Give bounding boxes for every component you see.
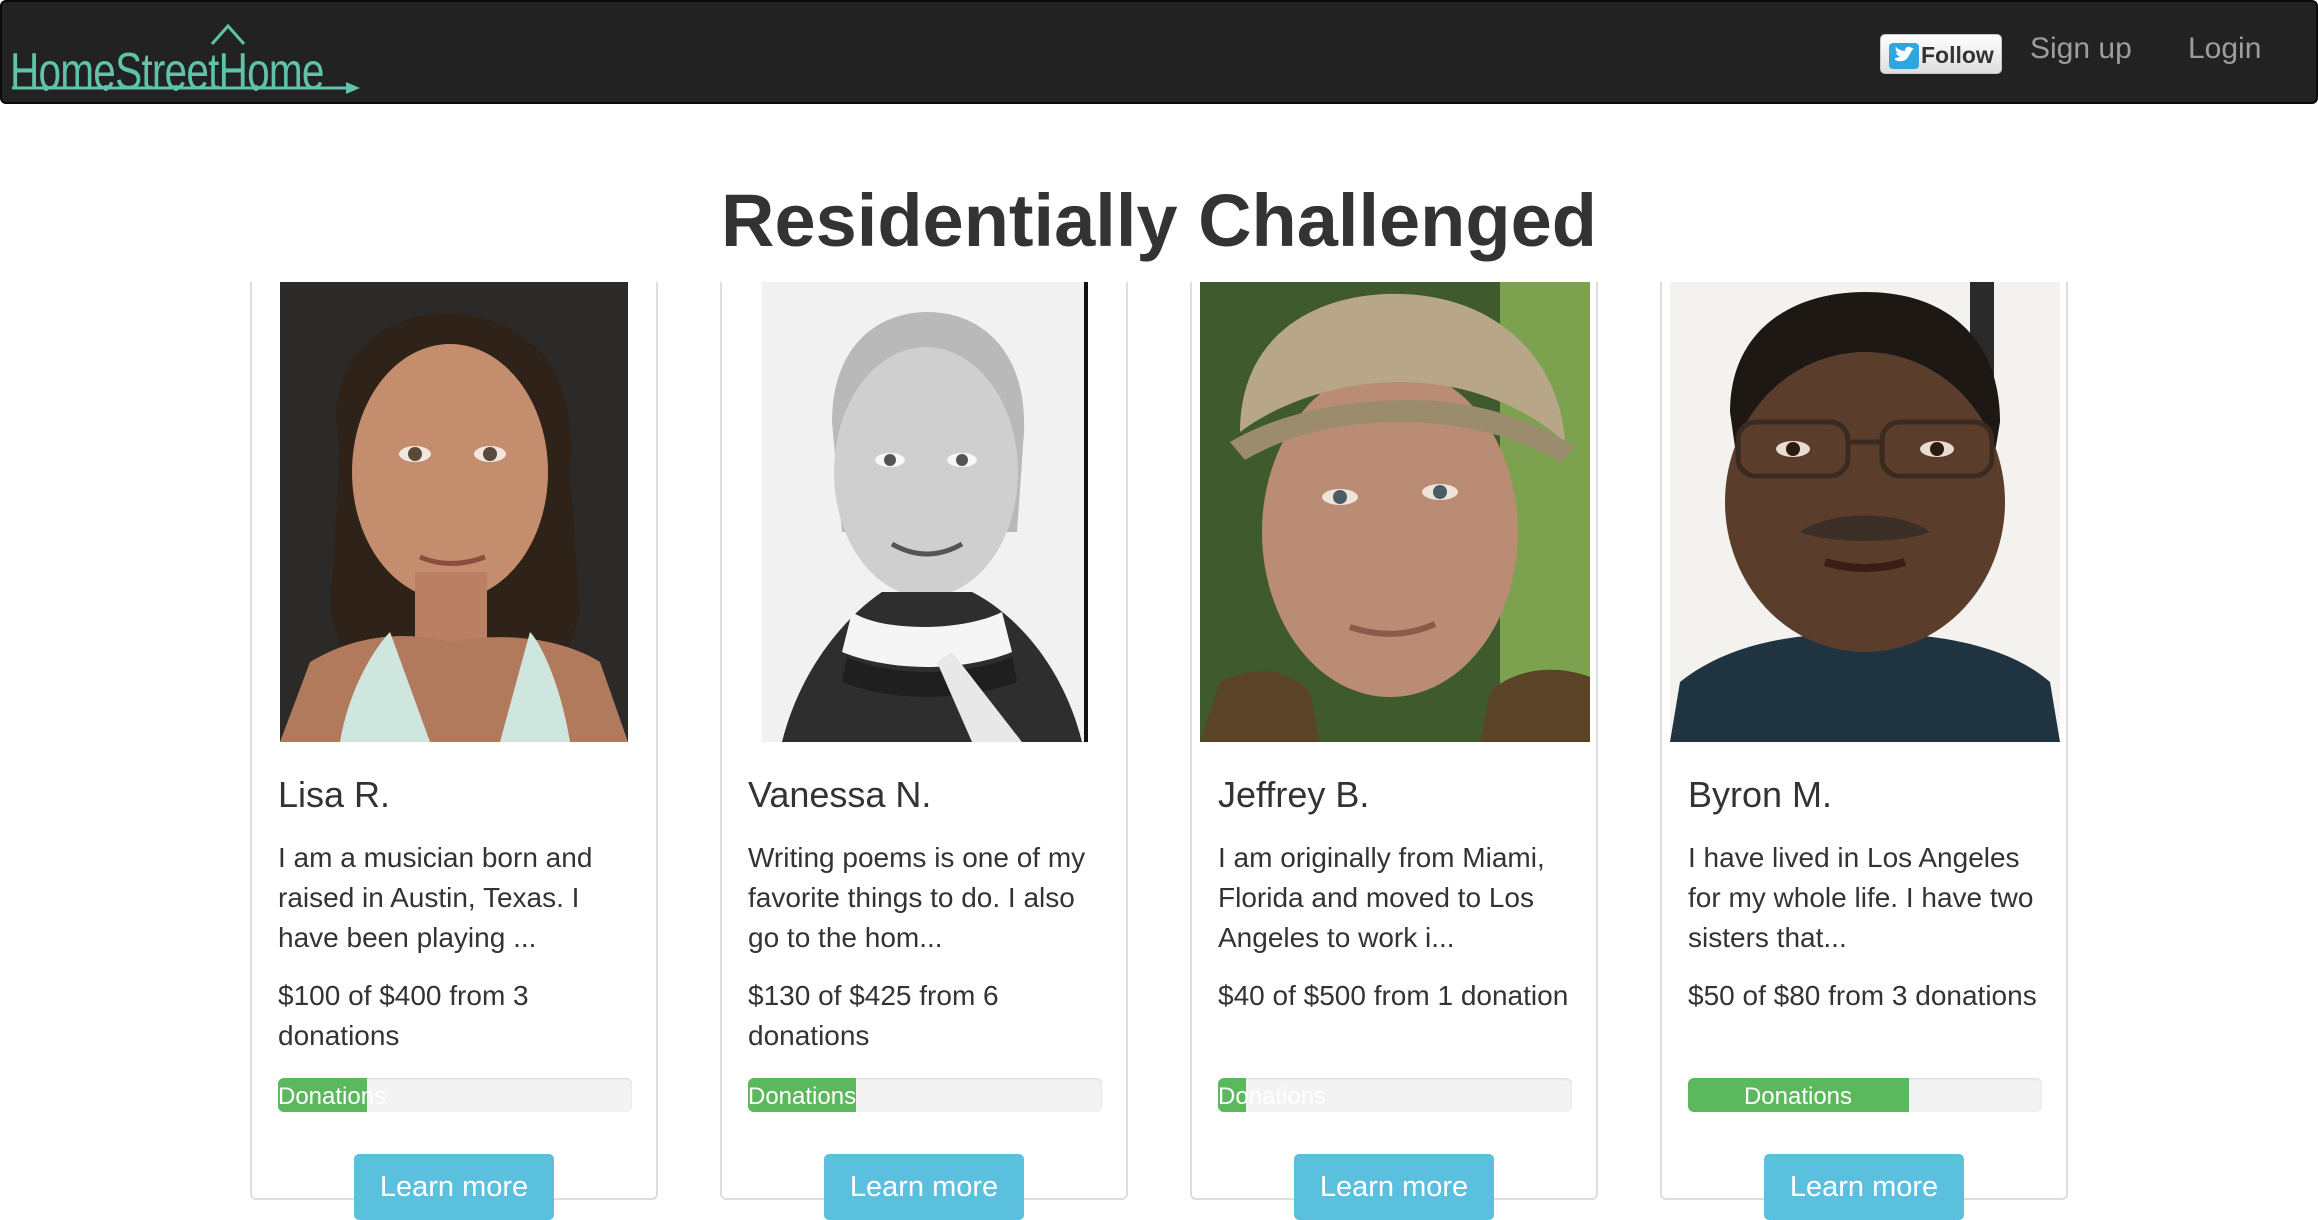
profile-card: Byron M. I have lived in Los Angeles for… (1660, 282, 2068, 1220)
follow-label: Follow (1921, 42, 1994, 68)
profile-card: Lisa R. I am a musician born and raised … (250, 282, 658, 1220)
learn-more-button[interactable]: Learn more (824, 1154, 1024, 1220)
profile-photo[interactable] (280, 282, 628, 742)
profile-photo[interactable] (1670, 282, 2060, 742)
learn-more-button[interactable]: Learn more (1294, 1154, 1494, 1220)
portrait-image (1670, 282, 2060, 742)
learn-more-button[interactable]: Learn more (354, 1154, 554, 1220)
signup-link[interactable]: Sign up (2030, 32, 2132, 66)
person-description: I have lived in Los Angeles for my whole… (1688, 842, 2034, 953)
person-name: Byron M. (1688, 774, 1833, 815)
brand-name: HomeStreetHome (10, 43, 324, 101)
donation-amount: $100 of $400 from 3 donations (278, 980, 529, 1051)
portrait-image (1200, 282, 1590, 742)
brand-logo[interactable]: HomeStreetHome (6, 16, 366, 101)
person-description: I am a musician born and raised in Austi… (278, 842, 593, 953)
person-name: Jeffrey B. (1218, 774, 1370, 815)
person-description: Writing poems is one of my favorite thin… (748, 842, 1086, 953)
profile-card: Vanessa N. Writing poems is one of my fa… (720, 282, 1128, 1220)
person-description: I am originally from Miami, Florida and … (1218, 842, 1545, 953)
donation-progress-bar: Donations (1218, 1078, 1572, 1112)
navbar: HomeStreetHome Follow Sign up Login (0, 0, 2318, 104)
progress-label: Donations (748, 1083, 857, 1110)
page-title: Residentially Challenged (721, 179, 1597, 262)
donation-amount: $130 of $425 from 6 donations (748, 980, 999, 1051)
login-link[interactable]: Login (2188, 32, 2261, 66)
profile-card: Jeffrey B. I am originally from Miami, F… (1190, 282, 1598, 1220)
progress-label: Donations (1218, 1083, 1327, 1110)
donation-progress-bar: Donations (1688, 1078, 2042, 1112)
twitter-bird-icon (1889, 43, 1919, 69)
progress-label: Donations (1743, 1083, 1853, 1110)
portrait-image (762, 282, 1088, 742)
profile-photo[interactable] (762, 282, 1088, 742)
learn-more-button[interactable]: Learn more (1764, 1154, 1964, 1220)
person-name: Vanessa N. (748, 774, 932, 815)
twitter-follow-button[interactable]: Follow (1880, 34, 2002, 74)
donation-amount: $50 of $80 from 3 donations (1688, 980, 2037, 1011)
donation-progress-bar: Donations (748, 1078, 1102, 1112)
donation-progress-bar: Donations (278, 1078, 632, 1112)
portrait-image (280, 282, 628, 742)
person-name: Lisa R. (278, 774, 391, 815)
profile-photo[interactable] (1200, 282, 1590, 742)
donation-amount: $40 of $500 from 1 donation (1218, 980, 1569, 1011)
progress-label: Donations (278, 1083, 387, 1110)
